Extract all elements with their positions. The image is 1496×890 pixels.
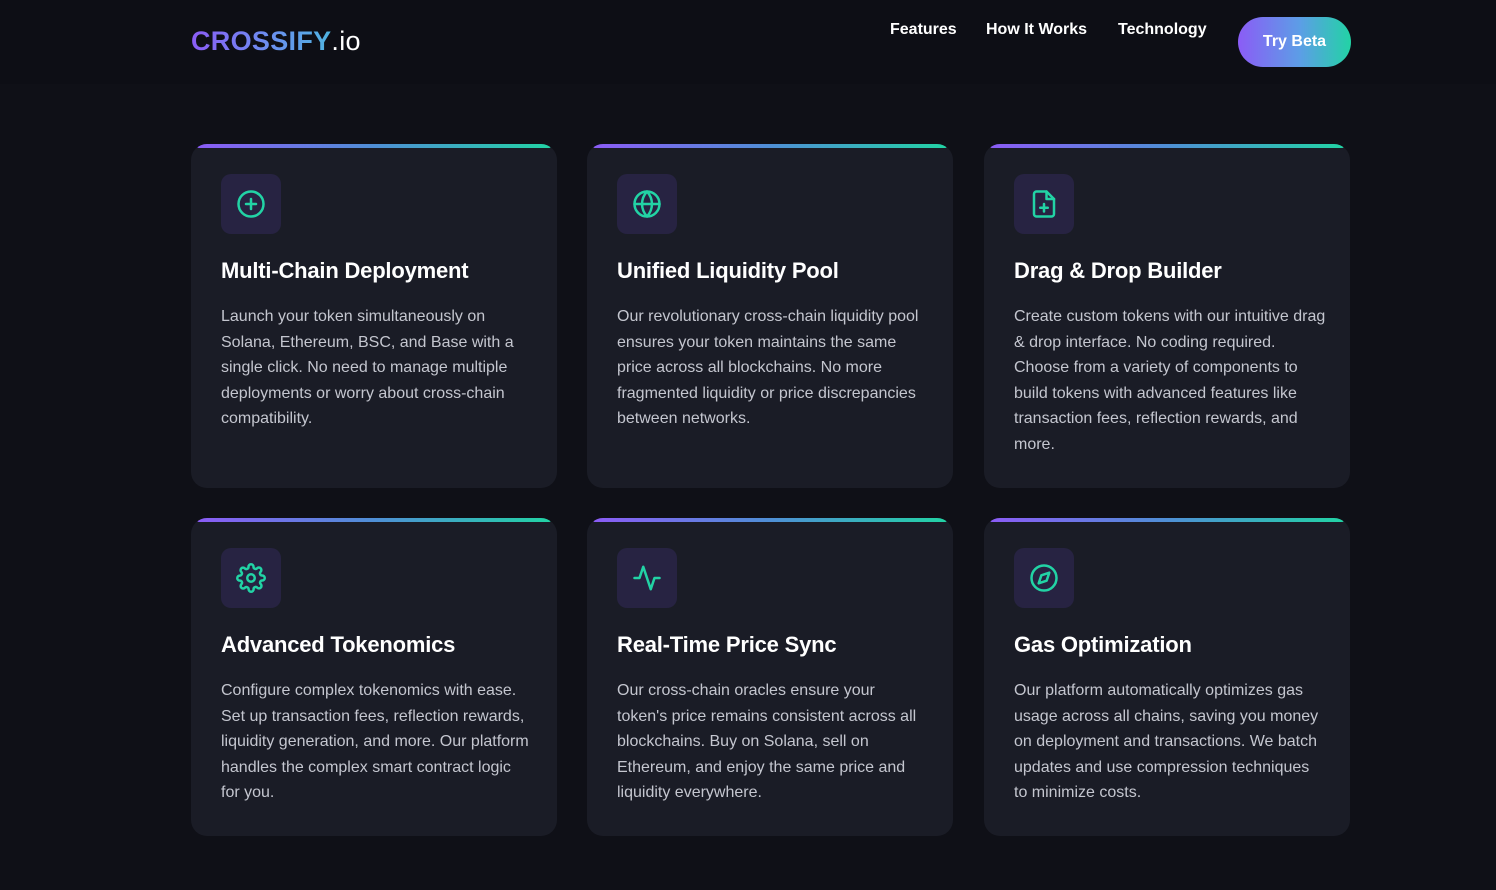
logo-tld: .io [331,26,361,56]
feature-card-drag-drop: Drag & Drop Builder Create custom tokens… [984,144,1350,488]
feature-card-multi-chain: Multi-Chain Deployment Launch your token… [191,144,557,488]
feature-card-gas-optimization: Gas Optimization Our platform automatica… [984,518,1350,836]
globe-icon [633,190,661,218]
card-title: Multi-Chain Deployment [221,258,469,283]
icon-box [617,174,677,234]
icon-box [617,548,677,608]
card-title: Advanced Tokenomics [221,632,456,657]
card-description: Configure complex tokenomics with ease. … [221,682,529,801]
icon-box [221,174,281,234]
card-title: Unified Liquidity Pool [617,258,839,283]
icon-box [1014,548,1074,608]
card-accent-bar [593,518,947,522]
feature-card-liquidity-pool: Unified Liquidity Pool Our revolutionary… [587,144,953,488]
card-accent-bar [990,144,1344,148]
card-description: Our revolutionary cross-chain liquidity … [617,308,919,427]
logo-brand: CROSSIFY [191,26,332,56]
card-title: Real-Time Price Sync [617,632,837,657]
card-accent-bar [990,518,1344,522]
icon-box [1014,174,1074,234]
icon-box [221,548,281,608]
card-description: Launch your token simultaneously on Sola… [221,308,514,427]
nav-link-how-it-works[interactable]: How It Works [986,19,1087,41]
feature-card-tokenomics: Advanced Tokenomics Configure complex to… [191,518,557,836]
card-accent-bar [593,144,947,148]
navbar: CROSSIFY.io Features How It Works Techno… [0,0,1496,84]
card-description: Create custom tokens with our intuitive … [1014,308,1326,453]
nav-link-technology[interactable]: Technology [1118,19,1207,41]
card-accent-bar [197,144,551,148]
card-title: Gas Optimization [1014,632,1192,657]
card-description: Our platform automatically optimizes gas… [1014,682,1319,801]
feature-card-price-sync: Real-Time Price Sync Our cross-chain ora… [587,518,953,836]
gear-icon [236,563,266,593]
plus-circle-icon [237,190,265,218]
nav-link-features[interactable]: Features [890,19,957,41]
card-title: Drag & Drop Builder [1014,258,1222,283]
file-plus-icon [1032,190,1056,218]
compass-icon [1030,564,1058,592]
card-accent-bar [197,518,551,522]
logo[interactable]: CROSSIFY.io [191,24,361,58]
card-description: Our cross-chain oracles ensure your toke… [617,682,917,801]
activity-icon [633,565,661,591]
try-beta-button[interactable]: Try Beta [1238,17,1351,67]
